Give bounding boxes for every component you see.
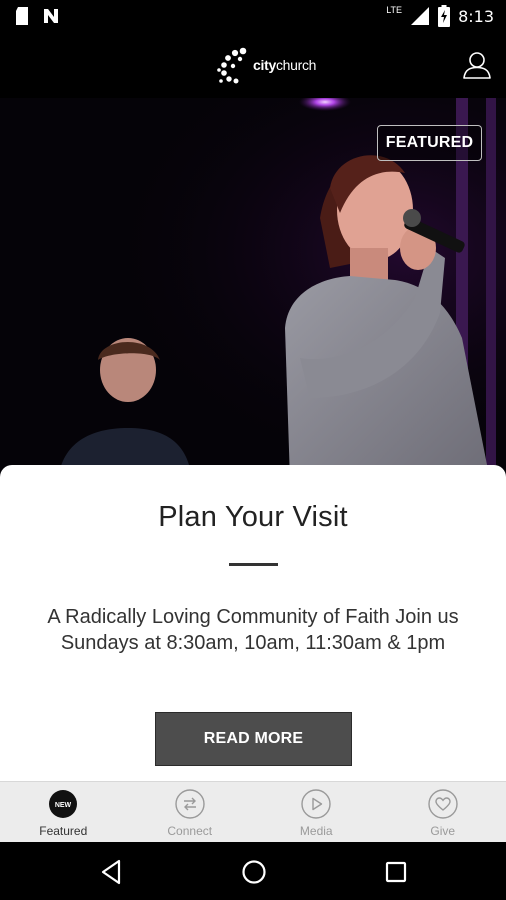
- tab-label: Media: [299, 824, 333, 838]
- tab-label: Featured: [39, 824, 88, 838]
- signal-icon: [411, 7, 430, 25]
- tab-connect[interactable]: Connect: [127, 782, 254, 842]
- system-nav-bar: [0, 842, 506, 900]
- tab-label: Connect: [167, 824, 213, 838]
- tab-label: Give: [430, 824, 456, 838]
- sd-card-icon: [16, 7, 28, 25]
- featured-badge: FEATURED: [377, 125, 482, 161]
- read-more-button[interactable]: READ MORE: [155, 712, 352, 766]
- city-church-logo[interactable]: citychurch: [216, 45, 316, 85]
- app-header: citychurch: [0, 32, 506, 98]
- dots-logo-icon: [217, 47, 247, 84]
- bottom-tab-bar: NEW Featured Connect Media Give: [0, 781, 506, 842]
- home-icon[interactable]: [240, 858, 268, 886]
- new-badge-icon: NEW: [49, 790, 78, 818]
- status-bar: LTE 8:13: [0, 0, 506, 32]
- profile-button[interactable]: [462, 50, 492, 80]
- hero-image[interactable]: FEATURED: [0, 98, 506, 480]
- tab-featured[interactable]: NEW Featured: [0, 782, 127, 842]
- back-icon[interactable]: [98, 858, 126, 886]
- heart-icon: [428, 789, 458, 819]
- card-description: A Radically Loving Community of Faith Jo…: [47, 606, 459, 654]
- notification-n-icon: [44, 9, 58, 23]
- network-label: LTE: [386, 5, 403, 15]
- title-divider: [229, 563, 278, 566]
- tab-give[interactable]: Give: [380, 782, 506, 842]
- play-icon: [301, 789, 331, 819]
- battery-icon: [438, 5, 451, 27]
- clock: 8:13: [458, 6, 494, 26]
- exchange-arrows-icon: [175, 789, 205, 819]
- tab-media[interactable]: Media: [253, 782, 380, 842]
- logo-text: citychurch: [253, 57, 317, 73]
- svg-text:NEW: NEW: [55, 802, 72, 809]
- recents-icon[interactable]: [382, 858, 410, 886]
- card-title: Plan Your Visit: [158, 501, 348, 533]
- featured-card: Plan Your Visit A Radically Loving Commu…: [0, 465, 506, 781]
